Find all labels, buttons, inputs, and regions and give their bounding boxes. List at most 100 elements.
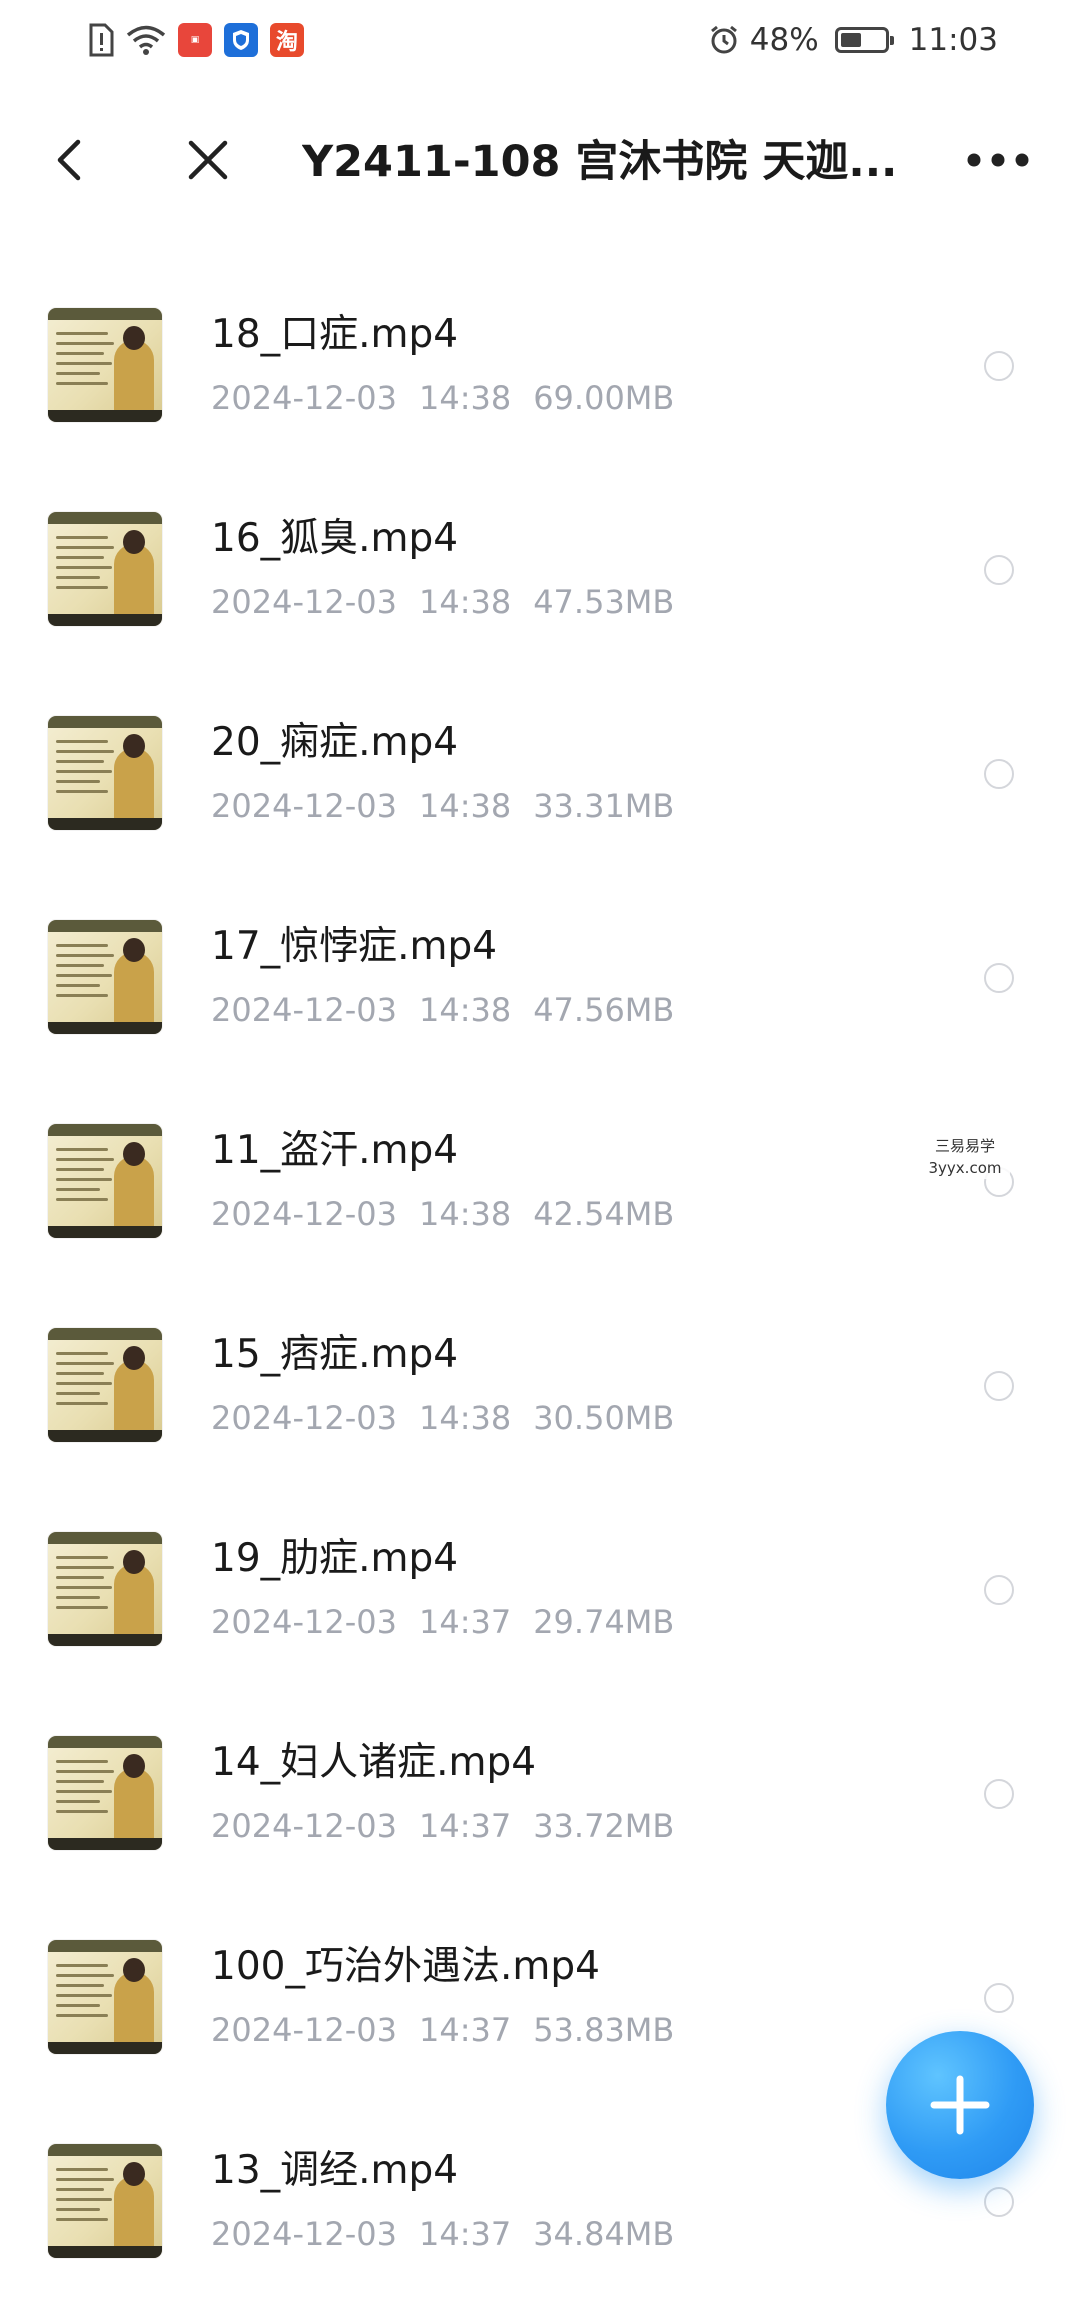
file-meta: 2024-12-03 14:37 53.83MB	[211, 2010, 674, 2050]
file-time: 14:38	[418, 1195, 512, 1233]
file-meta: 2024-12-03 14:37 34.84MB	[211, 2214, 674, 2254]
battery-percent: 48%	[749, 22, 819, 58]
file-name: 20_痫症.mp4	[211, 720, 459, 765]
file-name: 16_狐臭.mp4	[211, 516, 459, 561]
file-meta: 2024-12-03 14:38 69.00MB	[211, 378, 674, 418]
watermark-line2: 3yyx.com	[928, 1159, 1002, 1177]
file-row[interactable]: 17_惊悖症.mp4 2024-12-03 14:38 47.56MB	[0, 862, 1080, 1066]
select-radio[interactable]	[984, 1371, 1014, 1401]
file-size: 53.83MB	[533, 2011, 675, 2049]
video-thumbnail	[48, 1940, 162, 2054]
more-horizontal-icon	[967, 153, 1029, 167]
file-name: 19_肋症.mp4	[211, 1536, 459, 1581]
file-row[interactable]: 16_狐臭.mp4 2024-12-03 14:38 47.53MB	[0, 454, 1080, 658]
file-row[interactable]: 19_肋症.mp4 2024-12-03 14:37 29.74MB	[0, 1474, 1080, 1678]
taobao-icon: 淘	[270, 23, 304, 57]
file-date: 2024-12-03	[211, 1195, 397, 1233]
sim-alert-icon	[88, 23, 114, 57]
file-date: 2024-12-03	[211, 2011, 397, 2049]
file-meta: 2024-12-03 14:38 30.50MB	[211, 1398, 674, 1438]
page-title: Y2411-108 宫沐书院 天迦...	[302, 137, 898, 187]
select-radio[interactable]	[984, 1575, 1014, 1605]
file-date: 2024-12-03	[211, 1399, 397, 1437]
video-thumbnail	[48, 308, 162, 422]
video-thumbnail	[48, 1124, 162, 1238]
battery-icon	[834, 27, 894, 53]
battery-level	[840, 33, 861, 47]
watermark-line1: 三易易学	[934, 1137, 995, 1155]
file-size: 69.00MB	[533, 379, 675, 417]
select-radio[interactable]	[984, 963, 1014, 993]
video-thumbnail	[48, 716, 162, 830]
file-size: 33.31MB	[533, 787, 675, 825]
alarm-icon	[708, 24, 740, 56]
file-meta: 2024-12-03 14:38 33.31MB	[211, 786, 674, 826]
title-bar: Y2411-108 宫沐书院 天迦...	[0, 100, 1080, 220]
file-meta: 2024-12-03 14:38 42.54MB	[211, 1194, 674, 1234]
file-row[interactable]: 14_妇人诸症.mp4 2024-12-03 14:37 33.72MB	[0, 1678, 1080, 1882]
file-size: 29.74MB	[533, 1603, 675, 1641]
clock: 11:03	[908, 22, 998, 58]
file-date: 2024-12-03	[211, 1807, 397, 1845]
file-time: 14:37	[418, 2215, 512, 2253]
video-thumbnail	[48, 920, 162, 1034]
file-row[interactable]: 20_痫症.mp4 2024-12-03 14:38 33.31MB	[0, 658, 1080, 862]
file-name: 17_惊悖症.mp4	[211, 924, 498, 969]
file-name: 13_调经.mp4	[211, 2148, 459, 2193]
file-time: 14:38	[418, 583, 512, 621]
app-notification-icon: ▣	[178, 23, 212, 57]
file-time: 14:37	[418, 1603, 512, 1641]
wifi-icon	[126, 24, 166, 56]
select-radio[interactable]	[984, 1983, 1014, 2013]
file-row[interactable]: 18_口症.mp4 2024-12-03 14:38 69.00MB	[0, 250, 1080, 454]
file-name: 11_盗汗.mp4	[211, 1128, 459, 1173]
file-date: 2024-12-03	[211, 379, 397, 417]
status-bar-notifications: ▣ 淘	[88, 18, 304, 62]
status-bar: ▣ 淘 48% 11:03	[0, 0, 1080, 80]
file-name: 15_痞症.mp4	[211, 1332, 459, 1377]
file-date: 2024-12-03	[211, 2215, 397, 2253]
file-date: 2024-12-03	[211, 583, 397, 621]
file-row[interactable]: 11_盗汗.mp4 2024-12-03 14:38 42.54MB	[0, 1066, 1080, 1270]
file-name: 18_口症.mp4	[211, 312, 459, 357]
file-date: 2024-12-03	[211, 991, 397, 1029]
file-time: 14:38	[418, 991, 512, 1029]
file-time: 14:37	[418, 1807, 512, 1845]
status-bar-system: 48% 11:03	[708, 18, 998, 62]
file-meta: 2024-12-03 14:37 33.72MB	[211, 1806, 674, 1846]
video-thumbnail	[48, 1736, 162, 1850]
watermark: 三易易学 3yyx.com	[920, 1135, 1010, 1179]
file-size: 33.72MB	[533, 1807, 675, 1845]
file-time: 14:38	[418, 1399, 512, 1437]
file-row[interactable]: 15_痞症.mp4 2024-12-03 14:38 30.50MB	[0, 1270, 1080, 1474]
video-thumbnail	[48, 512, 162, 626]
file-size: 42.54MB	[533, 1195, 675, 1233]
file-meta: 2024-12-03 14:38 47.53MB	[211, 582, 674, 622]
shield-app-icon	[224, 23, 258, 57]
select-radio[interactable]	[984, 2187, 1014, 2217]
file-list: 18_口症.mp4 2024-12-03 14:38 69.00MB 16_狐臭.m…	[0, 250, 1080, 2290]
select-radio[interactable]	[984, 1779, 1014, 1809]
chevron-left-icon	[57, 139, 81, 181]
file-size: 47.53MB	[533, 583, 675, 621]
add-button[interactable]	[886, 2031, 1034, 2179]
file-name: 14_妇人诸症.mp4	[211, 1740, 537, 1785]
file-name: 100_巧治外遇法.mp4	[211, 1944, 600, 1989]
video-thumbnail	[48, 1532, 162, 1646]
more-button[interactable]	[958, 130, 1038, 190]
select-radio[interactable]	[984, 759, 1014, 789]
close-icon	[188, 140, 228, 180]
file-size: 47.56MB	[533, 991, 675, 1029]
file-date: 2024-12-03	[211, 1603, 397, 1641]
select-radio[interactable]	[984, 555, 1014, 585]
file-size: 30.50MB	[533, 1399, 675, 1437]
file-meta: 2024-12-03 14:38 47.56MB	[211, 990, 674, 1030]
file-date: 2024-12-03	[211, 787, 397, 825]
back-button[interactable]	[40, 130, 100, 190]
select-radio[interactable]	[984, 351, 1014, 381]
close-button[interactable]	[178, 130, 238, 190]
file-meta: 2024-12-03 14:37 29.74MB	[211, 1602, 674, 1642]
video-thumbnail	[48, 1328, 162, 1442]
file-time: 14:38	[418, 379, 512, 417]
file-time: 14:37	[418, 2011, 512, 2049]
